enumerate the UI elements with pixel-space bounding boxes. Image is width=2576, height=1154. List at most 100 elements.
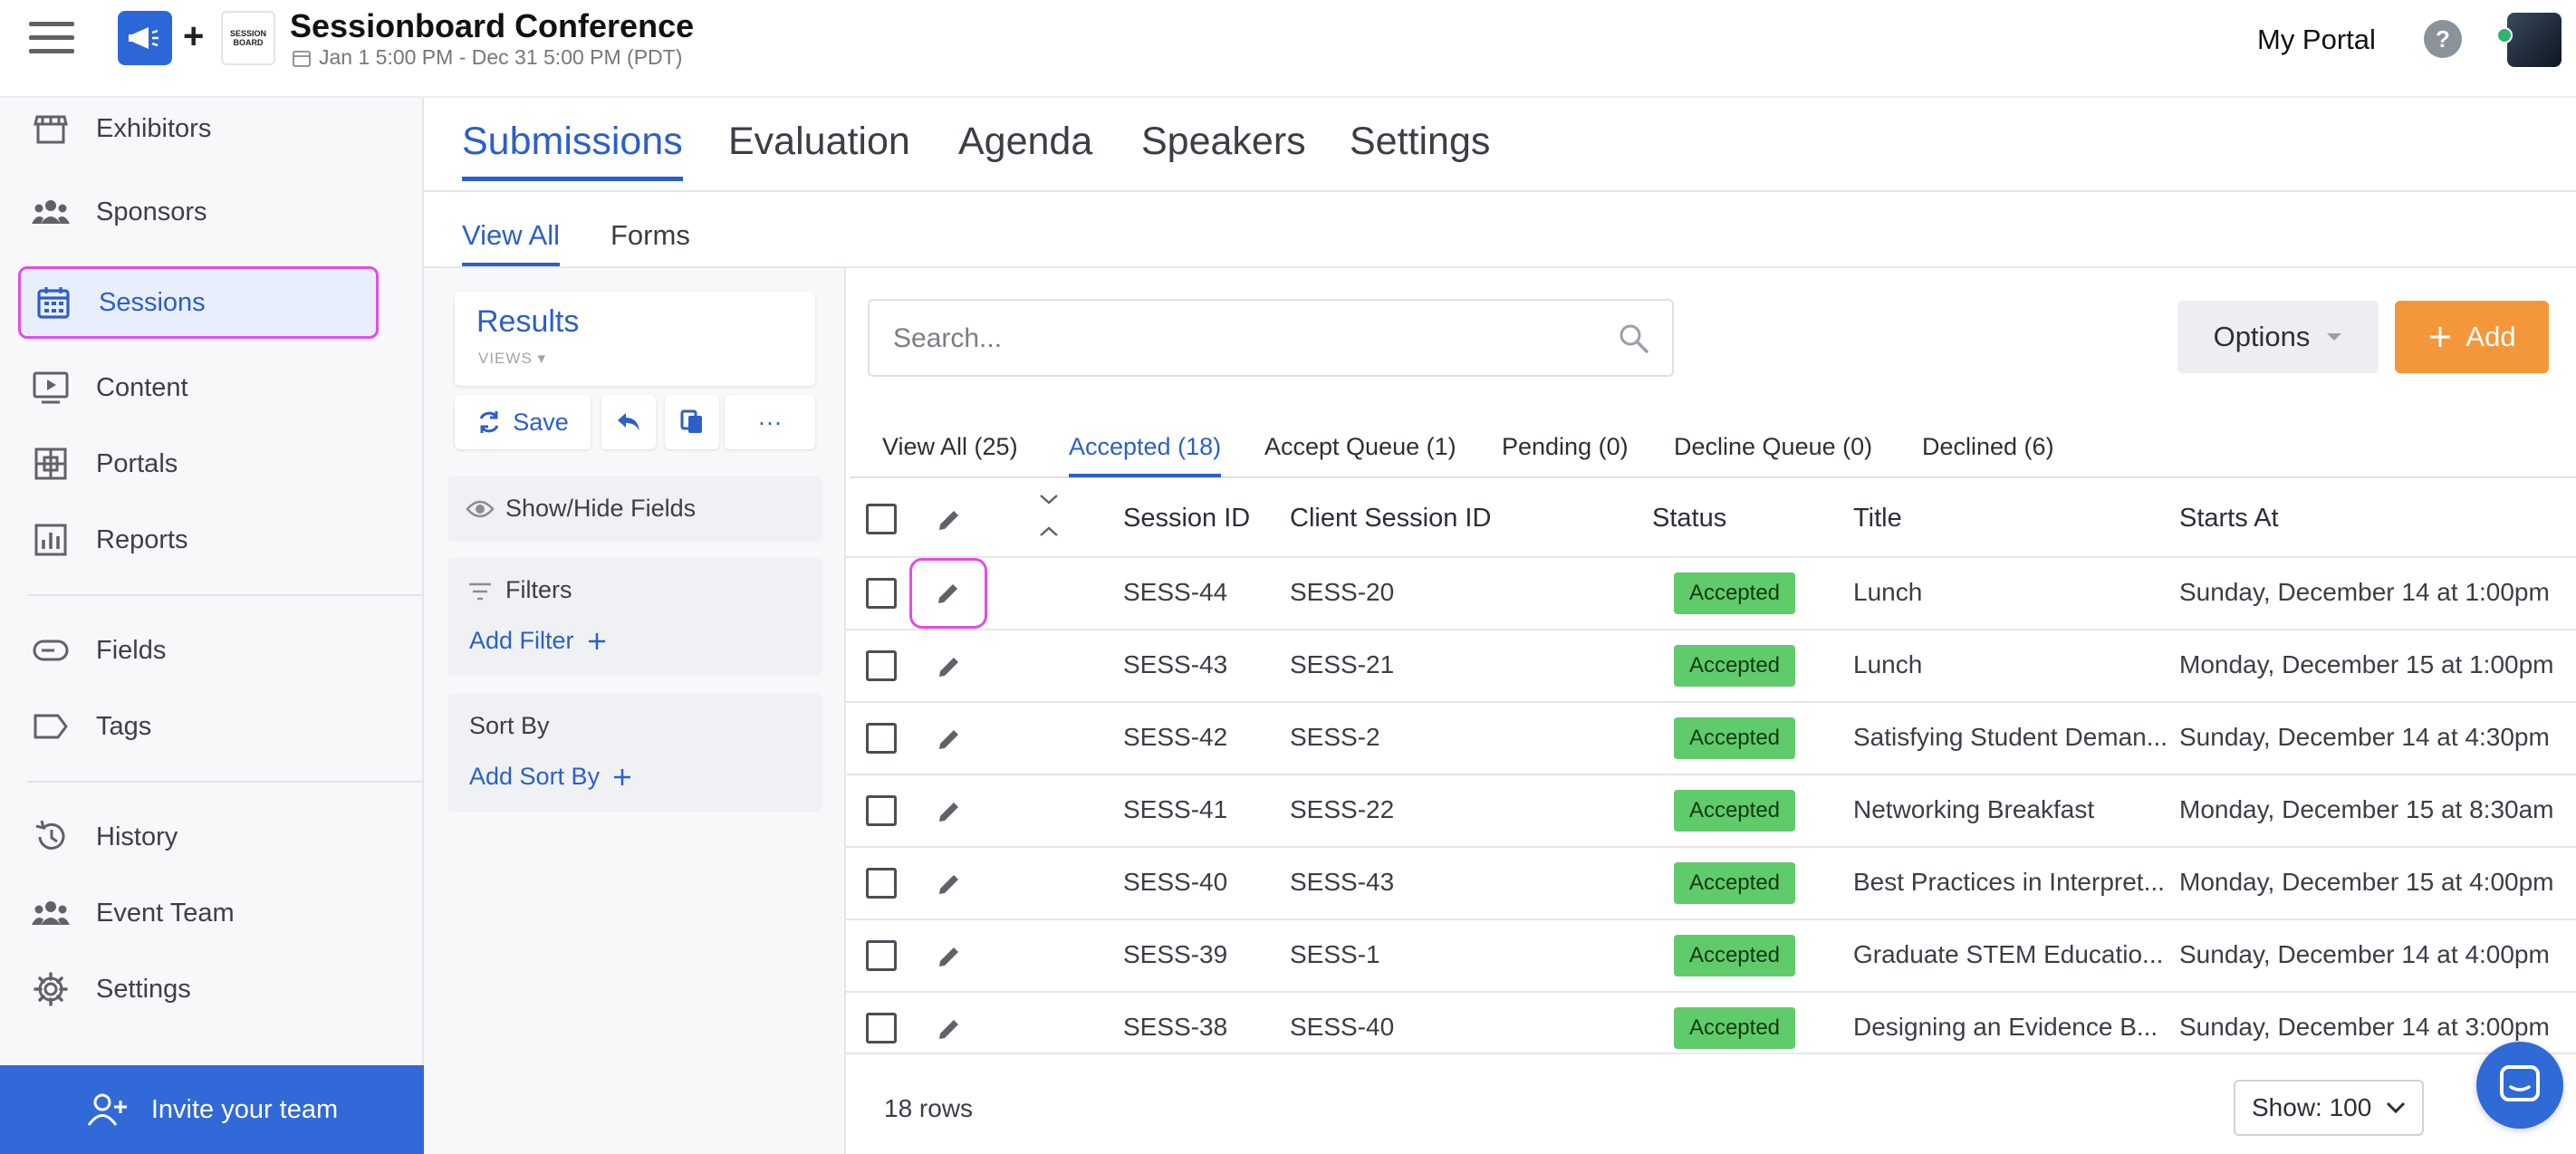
sidebar-item-sponsors[interactable]: Sponsors xyxy=(18,176,406,248)
sidebar-item-label: Reports xyxy=(96,524,188,554)
edit-pencil-icon[interactable] xyxy=(929,1009,969,1049)
tab-settings[interactable]: Settings xyxy=(1350,120,1490,177)
reply-icon xyxy=(618,413,639,431)
sidebar-item-portals[interactable]: Portals xyxy=(18,428,406,500)
subtab-view-all[interactable]: View All xyxy=(462,219,560,266)
sidebar-item-tags[interactable]: Tags xyxy=(18,690,406,763)
chevron-down-icon[interactable] xyxy=(1038,493,1060,505)
filter-tab-decline-queue[interactable]: Decline Queue (0) xyxy=(1674,433,1872,474)
filter-tab-declined[interactable]: Declined (6) xyxy=(1922,433,2054,474)
row-checkbox[interactable] xyxy=(866,1013,897,1043)
row-checkbox[interactable] xyxy=(866,868,897,899)
sidebar-item-reports[interactable]: Reports xyxy=(18,504,406,576)
row-checkbox[interactable] xyxy=(866,795,897,826)
edit-pencil-icon[interactable] xyxy=(929,719,969,759)
table-row[interactable]: SESS-38 SESS-40 Accepted Designing an Evide… xyxy=(846,993,2576,1053)
cell-title[interactable]: Graduate STEM Educatio... xyxy=(1853,940,2163,969)
row-checkbox[interactable] xyxy=(866,723,897,754)
sidebar-item-sessions[interactable]: Sessions xyxy=(18,266,379,339)
cell-title[interactable]: Lunch xyxy=(1853,578,1922,607)
duplicate-button[interactable] xyxy=(665,395,719,449)
more-icon: ··· xyxy=(757,408,783,436)
add-sort-link[interactable]: Add Sort By xyxy=(469,763,632,791)
page-size-select[interactable]: Show: 100 xyxy=(2234,1080,2424,1136)
cell-client-session-id: SESS-2 xyxy=(1290,723,1380,751)
show-hide-fields-card[interactable]: Show/Hide Fields xyxy=(447,476,822,542)
cell-title[interactable]: Best Practices in Interpret... xyxy=(1853,868,2165,897)
column-header-status[interactable]: Status xyxy=(1652,504,1726,534)
status-badge: Accepted xyxy=(1674,790,1795,832)
options-dropdown-button[interactable]: Options xyxy=(2177,301,2379,373)
gear-icon xyxy=(31,969,71,1009)
tab-agenda[interactable]: Agenda xyxy=(958,120,1092,177)
sidebar-item-content[interactable]: Content xyxy=(18,351,406,424)
table-row[interactable]: SESS-40 SESS-43 Accepted Best Practices in … xyxy=(846,848,2576,920)
row-checkbox[interactable] xyxy=(866,578,897,609)
sidebar-item-exhibitors[interactable]: Exhibitors xyxy=(18,92,406,165)
undo-button[interactable] xyxy=(601,395,656,449)
edit-pencil-icon[interactable] xyxy=(909,558,987,629)
column-header-starts-at[interactable]: Starts At xyxy=(2179,504,2279,534)
sidebar-item-event-team[interactable]: Event Team xyxy=(18,877,406,949)
status-badge: Accepted xyxy=(1674,645,1795,687)
cell-session-id: SESS-38 xyxy=(1123,1013,1228,1041)
table-row[interactable]: SESS-41 SESS-22 Accepted Networking Breakfa… xyxy=(846,775,2576,848)
tab-evaluation[interactable]: Evaluation xyxy=(728,120,910,177)
views-dropdown[interactable]: VIEWS ▾ xyxy=(478,350,546,368)
add-filter-link[interactable]: Add Filter xyxy=(469,627,607,655)
plus-separator: + xyxy=(183,16,205,56)
hamburger-menu-icon[interactable] xyxy=(29,22,74,58)
tab-speakers[interactable]: Speakers xyxy=(1141,120,1306,177)
search-icon[interactable] xyxy=(1618,322,1650,355)
my-portal-link[interactable]: My Portal xyxy=(2257,24,2376,56)
edit-pencil-icon[interactable] xyxy=(929,864,969,904)
edit-pencil-icon[interactable] xyxy=(929,792,969,832)
sync-icon xyxy=(479,411,499,433)
help-icon[interactable]: ? xyxy=(2424,20,2462,58)
column-header-session-id[interactable]: Session ID xyxy=(1123,504,1250,534)
subtab-forms[interactable]: Forms xyxy=(610,219,690,263)
sidebar-item-history[interactable]: History xyxy=(18,801,406,873)
status-badge: Accepted xyxy=(1674,1007,1795,1049)
chevron-up-icon[interactable] xyxy=(1038,525,1060,538)
cell-client-session-id: SESS-1 xyxy=(1290,940,1380,968)
column-header-client-session-id[interactable]: Client Session ID xyxy=(1290,504,1491,534)
edit-pencil-icon[interactable] xyxy=(929,647,969,687)
edit-pencil-icon[interactable] xyxy=(929,937,969,976)
filter-tab-view-all[interactable]: View All (25) xyxy=(882,433,1018,474)
column-header-title[interactable]: Title xyxy=(1853,504,1902,534)
main-tabs: Submissions Evaluation Agenda Speakers S… xyxy=(424,98,2576,192)
cell-title[interactable]: Lunch xyxy=(1853,650,1922,679)
conference-title[interactable]: Sessionboard Conference xyxy=(290,7,694,45)
filter-tab-pending[interactable]: Pending (0) xyxy=(1502,433,1629,474)
tab-submissions[interactable]: Submissions xyxy=(462,120,683,181)
more-options-button[interactable]: ··· xyxy=(725,395,815,449)
cell-starts-at: Sunday, December 14 at 4:30pm xyxy=(2179,723,2550,751)
cell-starts-at: Sunday, December 14 at 3:00pm xyxy=(2179,1013,2550,1041)
row-checkbox[interactable] xyxy=(866,650,897,681)
select-all-checkbox[interactable] xyxy=(866,504,897,534)
cell-title[interactable]: Designing an Evidence B... xyxy=(1853,1013,2158,1042)
add-button[interactable]: Add xyxy=(2395,301,2549,373)
table-row[interactable]: SESS-39 SESS-1 Accepted Graduate STEM Educa… xyxy=(846,920,2576,993)
cell-title[interactable]: Satisfying Student Deman... xyxy=(1853,723,2167,752)
row-checkbox[interactable] xyxy=(866,940,897,971)
sidebar-item-fields[interactable]: Fields xyxy=(18,614,406,687)
search-input[interactable] xyxy=(893,319,1581,359)
sidebar-item-settings[interactable]: Settings xyxy=(18,953,406,1025)
chat-support-button[interactable] xyxy=(2476,1042,2563,1129)
sidebar-item-label: Sponsors xyxy=(96,197,207,226)
chart-icon xyxy=(31,520,71,560)
search-box xyxy=(868,299,1674,377)
table-row[interactable]: SESS-44 SESS-20 Accepted Lunch Sunday, Decem… xyxy=(846,558,2576,630)
user-avatar[interactable] xyxy=(2507,13,2562,67)
filter-tab-accepted[interactable]: Accepted (18) xyxy=(1069,433,1222,477)
table-row[interactable]: SESS-43 SESS-21 Accepted Lunch Monday, Decem… xyxy=(846,630,2576,703)
cell-title[interactable]: Networking Breakfast xyxy=(1853,795,2094,824)
table-footer: 18 rows Show: 100 xyxy=(846,1053,2576,1154)
table-row[interactable]: SESS-42 SESS-2 Accepted Satisfying Student … xyxy=(846,703,2576,775)
invite-team-button[interactable]: Invite your team xyxy=(0,1065,424,1154)
filter-tab-accept-queue[interactable]: Accept Queue (1) xyxy=(1264,433,1456,474)
save-view-button[interactable]: Save xyxy=(455,395,591,449)
results-view-selector[interactable]: Results VIEWS ▾ xyxy=(455,292,815,386)
